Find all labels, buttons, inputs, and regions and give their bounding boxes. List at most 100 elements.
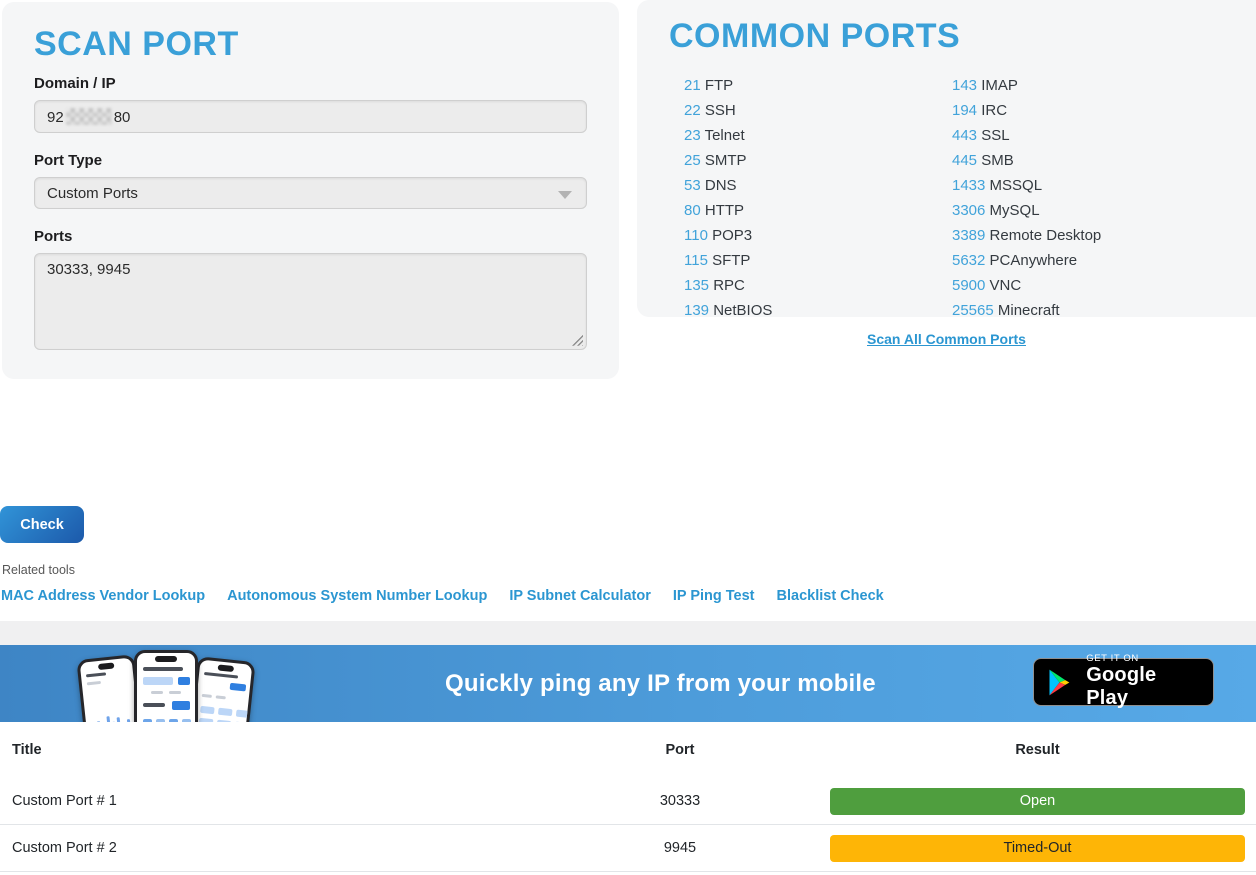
- common-port-number: 110: [684, 227, 708, 244]
- common-port-item[interactable]: 115 SFTP: [684, 248, 952, 273]
- common-port-name: POP3: [712, 227, 752, 244]
- results-table: Title Port Result Custom Port # 130333 Op…: [0, 722, 1256, 872]
- common-port-number: 135: [684, 277, 709, 294]
- related-tools-label: Related tools: [2, 563, 75, 577]
- common-port-name: Minecraft: [998, 302, 1060, 319]
- common-port-name: Remote Desktop: [990, 227, 1102, 244]
- related-tools-nav: MAC Address Vendor Lookup Autonomous Syst…: [1, 588, 884, 604]
- common-port-name: Telnet: [705, 127, 745, 144]
- common-port-name: MSSQL: [990, 177, 1043, 194]
- common-port-item[interactable]: 25565 Minecraft: [952, 298, 1101, 323]
- common-port-number: 21: [684, 77, 701, 94]
- result-cell: Timed-Out: [750, 835, 1256, 862]
- status-badge[interactable]: Open: [830, 788, 1245, 815]
- common-port-item[interactable]: 21 FTP: [684, 73, 952, 98]
- common-port-number: 194: [952, 102, 977, 119]
- google-play-icon: [1046, 666, 1075, 699]
- common-port-item[interactable]: 135 RPC: [684, 273, 952, 298]
- common-port-name: IMAP: [981, 77, 1018, 94]
- common-port-item[interactable]: 53 DNS: [684, 173, 952, 198]
- google-play-get-it-on: GET IT ON: [1086, 654, 1201, 665]
- common-port-name: PCAnywhere: [990, 252, 1078, 269]
- scan-all-common-ports-link[interactable]: Scan All Common Ports: [637, 331, 1256, 347]
- check-button[interactable]: Check: [0, 506, 84, 543]
- result-title-cell: Custom Port # 2: [0, 840, 610, 856]
- result-title-cell: Custom Port # 1: [0, 793, 610, 809]
- common-port-number: 25: [684, 152, 701, 169]
- common-port-number: 3306: [952, 202, 985, 219]
- result-port-cell: 30333: [610, 793, 750, 809]
- common-port-item[interactable]: 443 SSL: [952, 123, 1101, 148]
- common-port-item[interactable]: 5632 PCAnywhere: [952, 248, 1101, 273]
- mobile-app-banner: Quickly ping any IP from your mobile GET…: [0, 645, 1256, 722]
- common-port-number: 143: [952, 77, 977, 94]
- related-tool-link[interactable]: Blacklist Check: [777, 588, 884, 604]
- domain-ip-value-suffix: 80: [114, 109, 131, 126]
- common-port-name: RPC: [713, 277, 745, 294]
- common-port-name: SMB: [981, 152, 1014, 169]
- results-header-port: Port: [610, 742, 750, 758]
- common-port-number: 445: [952, 152, 977, 169]
- phones-mockup-image: [82, 650, 257, 722]
- port-type-label: Port Type: [34, 152, 587, 169]
- google-play-badge[interactable]: GET IT ON Google Play: [1033, 658, 1214, 706]
- common-port-item[interactable]: 194 IRC: [952, 98, 1101, 123]
- common-port-item[interactable]: 3389 Remote Desktop: [952, 223, 1101, 248]
- common-port-name: SFTP: [712, 252, 750, 269]
- port-type-select[interactable]: Custom Ports: [34, 177, 587, 209]
- common-port-item[interactable]: 23 Telnet: [684, 123, 952, 148]
- related-tool-link[interactable]: MAC Address Vendor Lookup: [1, 588, 205, 604]
- result-cell: Open: [750, 788, 1256, 815]
- related-tool-link[interactable]: IP Subnet Calculator: [509, 588, 651, 604]
- common-port-number: 22: [684, 102, 701, 119]
- common-port-item[interactable]: 22 SSH: [684, 98, 952, 123]
- related-tool-link[interactable]: IP Ping Test: [673, 588, 755, 604]
- common-port-item[interactable]: 139 NetBIOS: [684, 298, 952, 323]
- common-port-name: IRC: [981, 102, 1007, 119]
- common-port-name: SSH: [705, 102, 736, 119]
- common-port-name: HTTP: [705, 202, 744, 219]
- common-port-name: MySQL: [990, 202, 1040, 219]
- google-play-label: Google Play: [1086, 664, 1201, 710]
- port-type-selected-value: Custom Ports: [47, 185, 138, 202]
- result-port-cell: 9945: [610, 840, 750, 856]
- common-port-name: SMTP: [705, 152, 747, 169]
- common-port-item[interactable]: 80 HTTP: [684, 198, 952, 223]
- scan-port-title: SCAN PORT: [34, 24, 587, 65]
- phone-mockup-center: [134, 650, 198, 722]
- chevron-down-icon: [558, 191, 572, 199]
- status-badge[interactable]: Timed-Out: [830, 835, 1245, 862]
- related-tool-link[interactable]: Autonomous System Number Lookup: [227, 588, 487, 604]
- common-port-number: 53: [684, 177, 701, 194]
- common-port-item[interactable]: 5900 VNC: [952, 273, 1101, 298]
- common-port-name: FTP: [705, 77, 733, 94]
- domain-ip-value-prefix: 92: [47, 109, 64, 126]
- common-port-name: VNC: [990, 277, 1022, 294]
- common-port-number: 5900: [952, 277, 985, 294]
- common-ports-card: COMMON PORTS 21 FTP22 SSH23 Telnet25 SMT…: [637, 0, 1256, 317]
- common-port-item[interactable]: 110 POP3: [684, 223, 952, 248]
- common-port-number: 3389: [952, 227, 985, 244]
- domain-ip-input[interactable]: 92 80: [34, 100, 587, 133]
- common-port-item[interactable]: 1433 MSSQL: [952, 173, 1101, 198]
- domain-ip-label: Domain / IP: [34, 75, 587, 92]
- results-header-title: Title: [0, 742, 610, 758]
- ports-value: 30333, 9945: [47, 261, 130, 278]
- results-header-result: Result: [750, 742, 1256, 758]
- common-port-number: 80: [684, 202, 701, 219]
- table-row: Custom Port # 29945 Timed-Out: [0, 825, 1256, 872]
- section-divider: [0, 621, 1256, 645]
- common-port-name: NetBIOS: [713, 302, 772, 319]
- common-port-item[interactable]: 143 IMAP: [952, 73, 1101, 98]
- common-port-item[interactable]: 25 SMTP: [684, 148, 952, 173]
- port-scanner-page: SCAN PORT Domain / IP 92 80 Port Type Cus…: [0, 0, 1256, 875]
- common-port-number: 115: [684, 252, 708, 269]
- common-port-number: 5632: [952, 252, 985, 269]
- resize-grip-icon[interactable]: [571, 334, 583, 346]
- ports-textarea[interactable]: 30333, 9945: [34, 253, 587, 350]
- redacted-ip-segment: [66, 108, 112, 125]
- common-port-name: SSL: [981, 127, 1009, 144]
- scan-port-card: SCAN PORT Domain / IP 92 80 Port Type Cus…: [2, 2, 619, 379]
- common-port-item[interactable]: 3306 MySQL: [952, 198, 1101, 223]
- common-port-item[interactable]: 445 SMB: [952, 148, 1101, 173]
